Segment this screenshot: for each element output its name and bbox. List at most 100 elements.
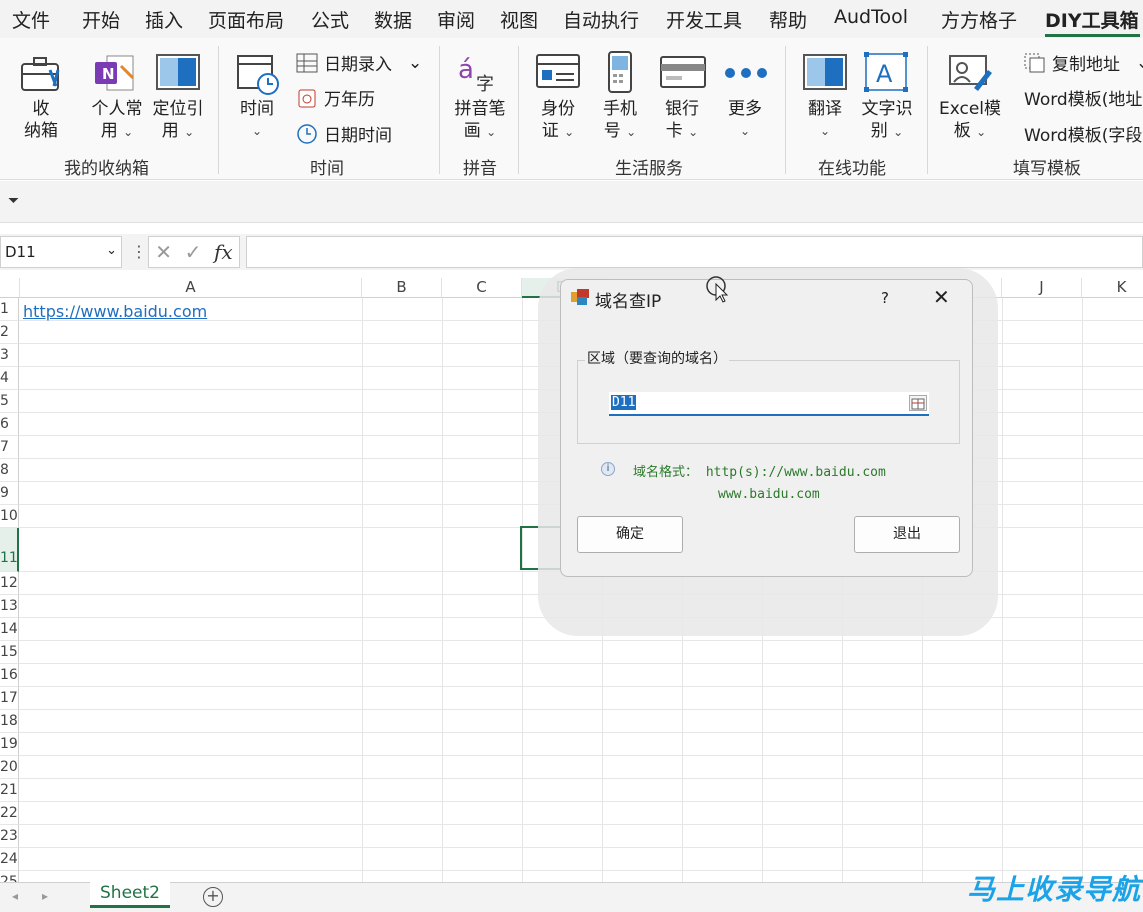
row-header[interactable]: 25 xyxy=(0,871,19,882)
collect-box-button[interactable]: 收 纳箱 xyxy=(20,98,62,142)
translate-button[interactable]: 翻译 ⌄ xyxy=(803,98,847,142)
insert-function-button[interactable]: fx xyxy=(214,240,233,264)
personal-common-button[interactable]: 个人常 用 ⌄ xyxy=(88,98,146,143)
menu-home[interactable]: 开始 xyxy=(82,6,120,33)
bank-card-button[interactable]: 银行 卡 ⌄ xyxy=(660,98,704,143)
formula-buttons: ✕ ✓ fx xyxy=(148,236,240,268)
pinyin-stroke-button[interactable]: 拼音笔 画 ⌄ xyxy=(450,98,510,143)
range-input[interactable]: D11 xyxy=(609,392,929,416)
formula-input[interactable] xyxy=(246,236,1143,268)
row-header[interactable]: 16 xyxy=(0,664,19,687)
copy-address-button[interactable]: 复制地址 ⌄ xyxy=(1024,50,1143,75)
exit-button[interactable]: 退出 xyxy=(854,516,960,553)
ribbon: 收 纳箱 N 个人常 用 ⌄ 定位引 用 ⌄ 我的收纳箱 时间 ⌄ 日期录入 ⌄… xyxy=(0,38,1143,180)
select-all-corner[interactable] xyxy=(0,278,20,298)
excel-template-button[interactable]: Excel模 板 ⌄ xyxy=(938,98,1002,143)
toolbox-icon xyxy=(20,52,66,100)
menu-developer[interactable]: 开发工具 xyxy=(666,6,742,33)
chevron-down-icon[interactable]: ⌄ xyxy=(106,243,117,258)
datetime-button[interactable]: 日期时间 xyxy=(296,121,392,146)
chevron-down-icon: ⌄ xyxy=(1136,53,1143,73)
row-header[interactable]: 21 xyxy=(0,779,19,802)
perpetual-calendar-button[interactable]: 万年历 xyxy=(296,85,375,110)
row-header[interactable]: 5 xyxy=(0,390,19,413)
watermark-logo: 马上收录导航 xyxy=(966,873,1141,906)
column-header-b[interactable]: B xyxy=(362,278,442,298)
row-header[interactable]: 19 xyxy=(0,733,19,756)
next-sheet-icon[interactable]: ▸ xyxy=(42,889,48,903)
row-header[interactable]: 7 xyxy=(0,436,19,459)
confirm-icon[interactable]: ✓ xyxy=(185,240,202,264)
prev-sheet-icon[interactable]: ◂ xyxy=(12,889,18,903)
group-label-life: 生活服务 xyxy=(615,159,683,179)
menu-automate[interactable]: 自动执行 xyxy=(563,6,639,33)
column-header-c[interactable]: C xyxy=(442,278,522,298)
menu-review[interactable]: 审阅 xyxy=(437,6,475,33)
menu-file[interactable]: 文件 xyxy=(12,6,50,33)
info-icon: i xyxy=(601,462,615,476)
row-header[interactable]: 15 xyxy=(0,641,19,664)
date-entry-button[interactable]: 日期录入 ⌄ xyxy=(296,50,422,75)
svg-text:N: N xyxy=(102,65,115,83)
mobile-number-button[interactable]: 手机 号 ⌄ xyxy=(598,98,642,143)
range-select-icon[interactable] xyxy=(909,395,927,411)
row-header[interactable]: 1 xyxy=(0,298,19,321)
close-icon[interactable]: ✕ xyxy=(933,285,950,309)
time-button[interactable]: 时间 ⌄ xyxy=(236,98,278,142)
menu-data[interactable]: 数据 xyxy=(374,6,412,33)
cell-a1-link[interactable]: https://www.baidu.com xyxy=(23,302,207,321)
sheet-tab-sheet2[interactable]: Sheet2 xyxy=(90,882,170,908)
id-card-button[interactable]: 身份 证 ⌄ xyxy=(536,98,580,143)
row-header[interactable]: 2 xyxy=(0,321,19,344)
customize-qat-icon[interactable]: ⏷ xyxy=(8,193,19,209)
group-separator xyxy=(785,46,786,174)
row-header[interactable]: 23 xyxy=(0,825,19,848)
column-header-a[interactable]: A xyxy=(20,278,362,298)
add-sheet-icon[interactable]: + xyxy=(203,887,223,907)
column-header-j[interactable]: J xyxy=(1002,278,1082,298)
row-header[interactable]: 18 xyxy=(0,710,19,733)
more-vertical-icon[interactable]: ⋮ xyxy=(131,242,147,261)
gridline xyxy=(19,663,1143,664)
row-header[interactable]: 22 xyxy=(0,802,19,825)
domain-ip-dialog: 域名查IP ? ✕ 区域（要查询的域名） D11 i 域名格式： http(s)… xyxy=(560,279,973,577)
more-button[interactable]: 更多 ⌄ xyxy=(722,98,768,142)
name-box[interactable]: D11 ⌄ xyxy=(0,236,122,268)
menu-help[interactable]: 帮助 xyxy=(769,6,807,33)
group-label-template: 填写模板 xyxy=(1013,159,1081,179)
help-button[interactable]: ? xyxy=(881,289,889,307)
menu-diy-toolbox[interactable]: DIY工具箱 xyxy=(1045,6,1139,33)
cancel-icon[interactable]: ✕ xyxy=(155,240,172,264)
row-header[interactable]: 3 xyxy=(0,344,19,367)
row-header[interactable]: 17 xyxy=(0,687,19,710)
formula-bar: D11 ⌄ ⋮ ✕ ✓ fx xyxy=(0,234,1143,270)
ok-button[interactable]: 确定 xyxy=(577,516,683,553)
word-template-address-button[interactable]: Word模板(地址 xyxy=(1024,85,1142,110)
column-header-k[interactable]: K xyxy=(1082,278,1143,298)
row-header[interactable]: 11 xyxy=(0,528,19,572)
row-header[interactable]: 12 xyxy=(0,572,19,595)
row-header[interactable]: 9 xyxy=(0,482,19,505)
row-header[interactable]: 4 xyxy=(0,367,19,390)
gridline xyxy=(19,824,1143,825)
row-header[interactable]: 6 xyxy=(0,413,19,436)
menu-fangfang[interactable]: 方方格子 xyxy=(941,6,1017,33)
row-header[interactable]: 13 xyxy=(0,595,19,618)
locate-ref-button[interactable]: 定位引 用 ⌄ xyxy=(150,98,206,143)
row-header[interactable]: 20 xyxy=(0,756,19,779)
menu-audtool[interactable]: AudTool xyxy=(834,6,908,28)
word-template-field-button[interactable]: Word模板(字段 xyxy=(1024,121,1142,146)
menu-insert[interactable]: 插入 xyxy=(145,6,183,33)
row-header[interactable]: 24 xyxy=(0,848,19,871)
copy-icon xyxy=(1024,53,1045,72)
row-header[interactable]: 14 xyxy=(0,618,19,641)
gridline xyxy=(19,686,1143,687)
text-recognition-button[interactable]: 文字识 别 ⌄ xyxy=(858,98,916,143)
row-header[interactable]: 10 xyxy=(0,505,19,528)
menu-formulas[interactable]: 公式 xyxy=(311,6,349,33)
row-header[interactable]: 8 xyxy=(0,459,19,482)
gridline xyxy=(1002,298,1003,882)
menu-view[interactable]: 视图 xyxy=(500,6,538,33)
group-label-time: 时间 xyxy=(310,159,344,179)
menu-page-layout[interactable]: 页面布局 xyxy=(208,6,284,33)
